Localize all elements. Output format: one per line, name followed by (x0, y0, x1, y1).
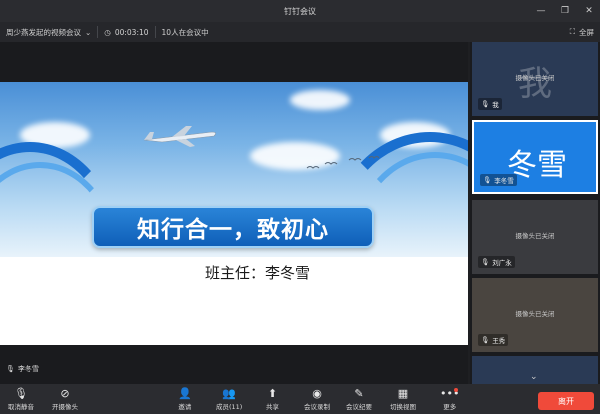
camera-off-label: 摄像头已关闭 (515, 310, 555, 318)
record-button[interactable]: ◉ 会议录制 (304, 386, 330, 411)
participant-tile[interactable]: 我 摄像头已关闭 🎙 我 (472, 42, 598, 116)
presentation-slide: 知行合一，致初心 班主任：李冬雪 (0, 82, 468, 345)
participant-name: 🎙 李冬雪 (480, 174, 517, 186)
slide-headline: 知行合一，致初心 (92, 206, 374, 248)
members-button[interactable]: 👥 成员(11) (216, 386, 242, 411)
close-button[interactable]: ✕ (582, 6, 596, 16)
unmute-button[interactable]: 🎙 取消静音 (8, 386, 34, 411)
scroll-down-icon[interactable]: ⌄ (530, 372, 538, 382)
meeting-duration: ◷ 00:03:10 (98, 26, 156, 38)
speaker-name: 李冬雪 (17, 365, 39, 373)
attendee-count: 10人在会议中 (161, 27, 209, 37)
fullscreen-icon: ⛶ (569, 27, 575, 36)
layout-button[interactable]: ▦ 切换视图 (390, 386, 416, 411)
share-screen-icon: ⬆ (267, 387, 278, 400)
meeting-info-bar: 周少燕发起的视频会议 ⌄ ◷ 00:03:10 10人在会议中 (0, 22, 600, 42)
duration-label: 00:03:10 (114, 27, 149, 37)
participant-list[interactable]: 我 摄像头已关闭 🎙 我 冬雪 🎙 李冬雪 摄像头已关闭 🎙 刘广永 摄像头已关… (470, 42, 600, 384)
slide-teacher: 班主任：李冬雪 (205, 264, 311, 282)
fullscreen-button[interactable]: ⛶ 全屏 (570, 22, 594, 42)
camera-off-label: 摄像头已关闭 (515, 232, 555, 240)
camera-button[interactable]: ⊘ 开摄像头 (52, 386, 78, 411)
camera-off-label: 摄像头已关闭 (515, 74, 555, 82)
participant-tile[interactable]: 摄像头已关闭 🎙 王秀 (472, 278, 598, 352)
camera-off-icon: ⊘ (60, 387, 70, 400)
chevron-down-icon: ⌄ (85, 27, 92, 37)
add-user-icon: 👤 (178, 387, 192, 400)
meeting-name-label: 周少燕发起的视频会议 (6, 27, 81, 37)
share-button[interactable]: ⬆ 共享 (266, 386, 279, 411)
title-bar: 钉钉会议 — ❐ ✕ (0, 0, 600, 22)
bottom-toolbar: 🎙 取消静音 ⊘ 开摄像头 👤 邀请 👥 成员(11) ⬆ 共享 ◉ 会议录制 … (0, 384, 600, 414)
meeting-name[interactable]: 周少燕发起的视频会议 ⌄ (0, 26, 99, 38)
clock-icon: ◷ (104, 27, 111, 37)
birds-icon (306, 156, 380, 169)
pen-icon: ✎ (354, 387, 364, 400)
maximize-button[interactable]: ❐ (558, 6, 572, 16)
participant-name: 🎙 我 (478, 98, 502, 110)
record-icon: ◉ (312, 387, 322, 400)
airplane-icon (143, 126, 216, 147)
speaker-tag: 🎙 李冬雪 (6, 364, 39, 374)
window-title: 钉钉会议 (284, 6, 316, 16)
participant-name: 🎙 刘广永 (478, 256, 515, 268)
mic-muted-icon: 🎙 (14, 387, 28, 400)
window-controls: — ❐ ✕ (534, 0, 596, 22)
members-icon: 👥 (222, 387, 237, 400)
microphone-icon: 🎙 (6, 365, 15, 373)
minutes-button[interactable]: ✎ 会议纪要 (346, 386, 372, 411)
mic-muted-icon: 🎙 (481, 258, 490, 266)
mic-muted-icon: 🎙 (481, 100, 490, 108)
fullscreen-label: 全屏 (579, 27, 594, 37)
participant-name: 🎙 王秀 (478, 334, 509, 346)
grid-icon: ▦ (397, 387, 409, 400)
participant-tile-active[interactable]: 冬雪 🎙 李冬雪 (472, 120, 598, 194)
participant-tile[interactable]: 摄像头已关闭 🎙 刘广永 (472, 200, 598, 274)
shared-screen-stage: 知行合一，致初心 班主任：李冬雪 🎙 李冬雪 (0, 42, 468, 384)
minimize-button[interactable]: — (534, 6, 548, 16)
microphone-icon: 🎙 (483, 176, 492, 184)
mic-muted-icon: 🎙 (481, 336, 490, 344)
invite-button[interactable]: 👤 邀请 (178, 386, 192, 411)
leave-button[interactable]: 离开 (538, 392, 594, 410)
notification-dot (454, 388, 458, 392)
